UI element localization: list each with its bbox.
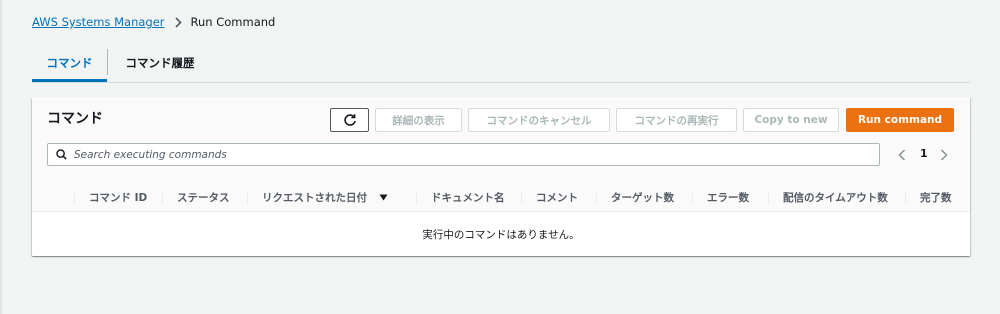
column-header-completed-count[interactable]: 完了数: [905, 183, 970, 211]
column-header-target-count[interactable]: ターゲット数: [596, 183, 692, 211]
panel-title: コマンド: [47, 111, 103, 127]
column-label: コマンド ID: [89, 191, 148, 204]
column-header-delivery-timeout-count[interactable]: 配信のタイムアウト数: [768, 183, 904, 211]
chevron-right-icon: [174, 16, 182, 28]
column-separator: [247, 191, 248, 204]
column-separator: [521, 191, 522, 204]
table-header: コマンド ID ステータス リクエストされた日付 ドキュメント名 コメント ター…: [32, 183, 970, 212]
commands-panel: コマンド 詳細の表示 コマンドのキャンセル コマンドの再実行 Copy to n…: [32, 97, 970, 256]
column-header-error-count[interactable]: エラー数: [692, 183, 767, 211]
pagination: 1: [894, 145, 954, 165]
tab-commands[interactable]: コマンド: [32, 44, 107, 82]
column-separator: [74, 191, 75, 204]
view-details-button[interactable]: 詳細の表示: [375, 108, 462, 132]
column-label: 完了数: [920, 191, 952, 204]
left-edge-rule: [0, 0, 2, 314]
copy-to-new-button[interactable]: Copy to new: [743, 108, 839, 132]
column-header-command-id[interactable]: コマンド ID: [74, 183, 166, 211]
column-header-document-name[interactable]: ドキュメント名: [416, 183, 524, 211]
column-label: 配信のタイムアウト数: [783, 191, 888, 204]
rerun-command-button[interactable]: コマンドの再実行: [616, 108, 737, 132]
cancel-command-button[interactable]: コマンドのキャンセル: [468, 108, 610, 132]
sort-descending-icon: [379, 194, 388, 201]
column-label: ターゲット数: [611, 191, 674, 204]
chevron-left-icon[interactable]: [898, 149, 908, 161]
column-header-requested-date[interactable]: リクエストされた日付: [247, 183, 415, 211]
tab-bar: コマンド コマンド履歴: [32, 44, 970, 83]
search-input[interactable]: [74, 148, 864, 161]
breadcrumb-current-page: Run Command: [190, 15, 276, 29]
chevron-right-icon[interactable]: [940, 149, 950, 161]
column-separator: [416, 191, 417, 204]
column-header-comment[interactable]: コメント: [521, 183, 595, 211]
column-separator: [692, 191, 693, 204]
column-label: ステータス: [177, 191, 230, 204]
column-label: コメント: [536, 191, 578, 204]
breadcrumb-link-systems-manager[interactable]: AWS Systems Manager: [32, 15, 165, 29]
tab-command-history[interactable]: コマンド履歴: [108, 44, 212, 81]
run-command-button[interactable]: Run command: [846, 108, 954, 132]
empty-table-message: 実行中のコマンドはありません。: [422, 228, 580, 241]
column-header-status[interactable]: ステータス: [162, 183, 246, 211]
column-label: リクエストされた日付: [262, 191, 367, 204]
column-separator: [768, 191, 769, 204]
refresh-icon: [343, 113, 357, 127]
panel-header: コマンド 詳細の表示 コマンドのキャンセル コマンドの再実行 Copy to n…: [32, 97, 970, 184]
search-icon: [56, 149, 67, 160]
column-label: ドキュメント名: [431, 191, 505, 204]
refresh-button[interactable]: [330, 108, 369, 132]
column-label: エラー数: [707, 191, 749, 204]
column-separator: [162, 191, 163, 204]
breadcrumb: AWS Systems Manager Run Command: [32, 14, 275, 30]
column-separator: [905, 191, 906, 204]
current-page-number[interactable]: 1: [920, 147, 928, 160]
column-separator: [596, 191, 597, 204]
search-field[interactable]: [47, 143, 880, 166]
